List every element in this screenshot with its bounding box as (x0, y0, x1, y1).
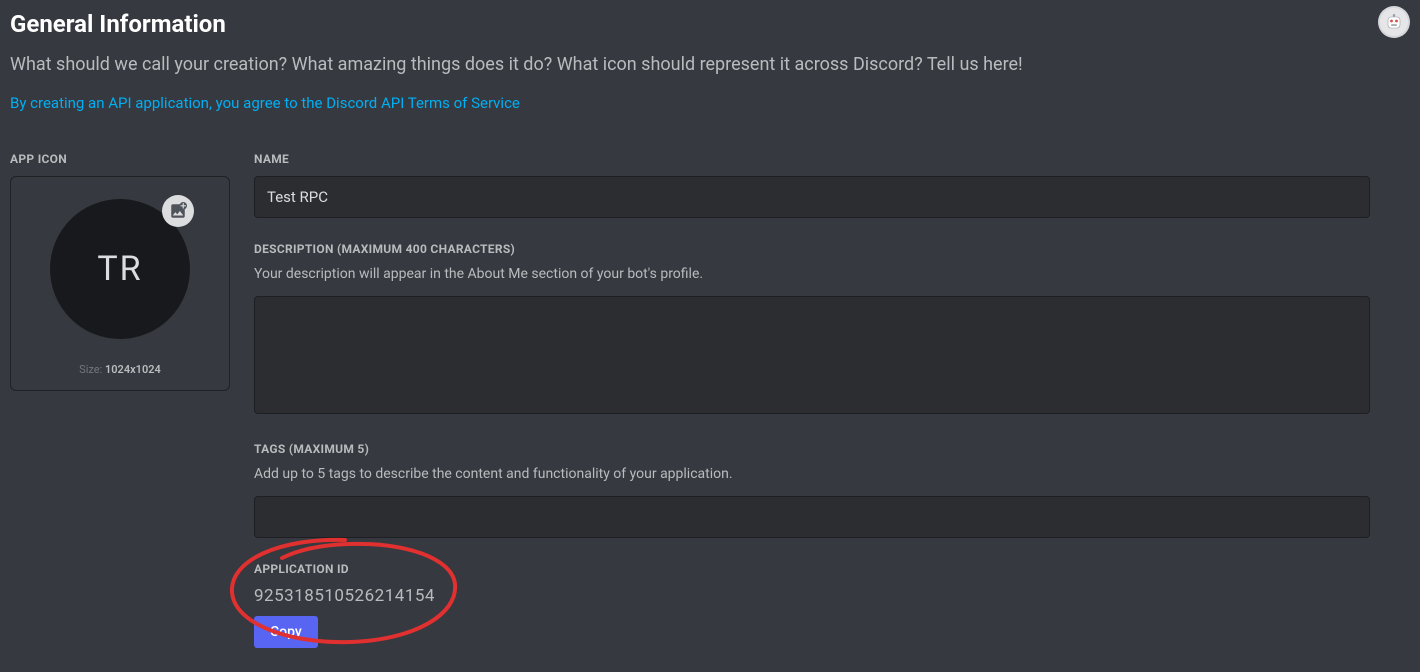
user-avatar-icon[interactable] (1378, 6, 1410, 38)
upload-image-button[interactable] (162, 195, 194, 227)
image-add-icon (169, 202, 187, 220)
description-label: DESCRIPTION (MAXIMUM 400 CHARACTERS) (254, 242, 1370, 256)
tags-label: TAGS (MAXIMUM 5) (254, 442, 1370, 456)
app-icon-label: APP ICON (10, 152, 230, 166)
tags-input[interactable] (254, 496, 1370, 538)
application-id-value: 925318510526214154 (254, 586, 1370, 606)
name-input[interactable] (254, 176, 1370, 218)
icon-size-hint: Size: 1024x1024 (79, 363, 161, 376)
page-title: General Information (10, 10, 1410, 38)
name-label: NAME (254, 152, 1370, 166)
application-id-label: APPLICATION ID (254, 562, 1370, 576)
page-subtitle: What should we call your creation? What … (10, 52, 1410, 77)
tags-helper: Add up to 5 tags to describe the content… (254, 466, 1370, 482)
description-helper: Your description will appear in the Abou… (254, 266, 1370, 282)
tos-link[interactable]: By creating an API application, you agre… (10, 94, 520, 112)
app-icon-card: TR Size: 1024x1024 (10, 176, 230, 391)
description-input[interactable] (254, 296, 1370, 414)
copy-button[interactable]: Copy (254, 616, 318, 648)
bot-face-icon (1380, 8, 1408, 36)
